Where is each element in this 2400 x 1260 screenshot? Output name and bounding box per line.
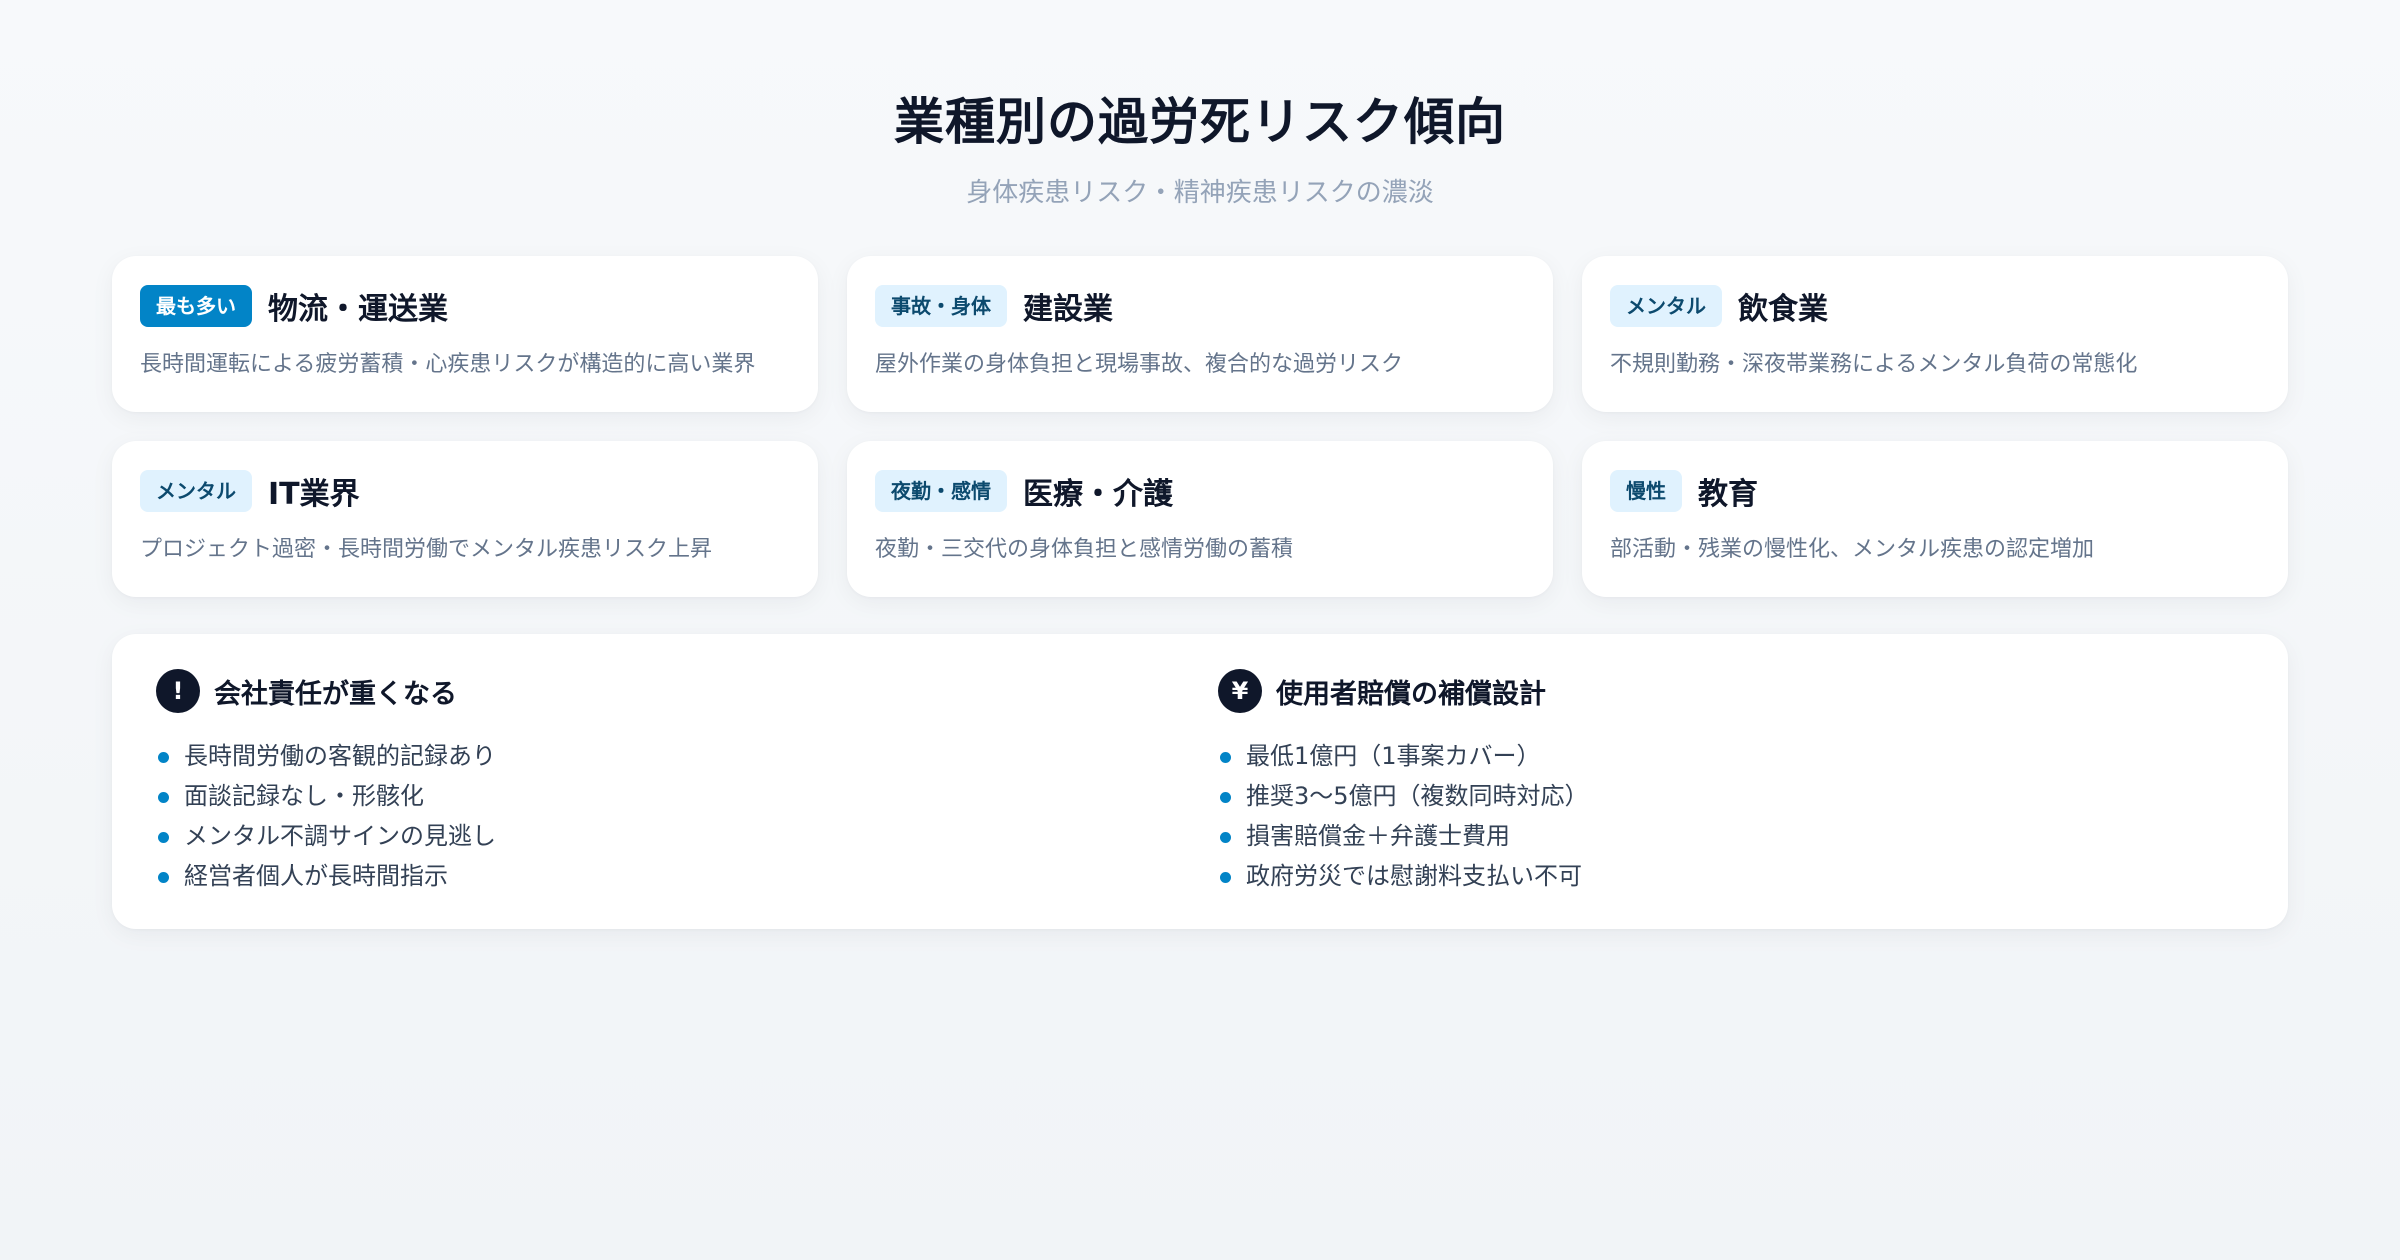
- yen-icon: ¥: [1218, 669, 1262, 713]
- risk-badge: 事故・身体: [875, 285, 1007, 327]
- exclamation-icon: !: [156, 669, 200, 713]
- industry-title: IT業界: [268, 477, 360, 512]
- industry-card-logistics: 最も多い 物流・運送業 長時間運転による疲労蓄積・心疾患リスクが構造的に高い業界: [112, 256, 818, 412]
- industry-title: 教育: [1698, 477, 1758, 512]
- page-title: 業種別の過労死リスク傾向: [894, 93, 1506, 151]
- list-item: 最低1億円（1事案カバー）: [1218, 736, 2218, 776]
- industry-card-grid: 最も多い 物流・運送業 長時間運転による疲労蓄積・心疾患リスクが構造的に高い業界…: [112, 256, 2288, 597]
- list-item: 経営者個人が長時間指示: [156, 856, 1218, 896]
- list-item: 政府労災では慰謝料支払い不可: [1218, 856, 2218, 896]
- list-item: メンタル不調サインの見逃し: [156, 816, 1218, 856]
- industry-title: 物流・運送業: [268, 292, 448, 327]
- employer-compensation-title: 使用者賠償の補償設計: [1276, 678, 1546, 710]
- industry-title: 飲食業: [1738, 292, 1828, 327]
- list-item: 面談記録なし・形骸化: [156, 776, 1218, 816]
- list-item: 損害賠償金＋弁護士費用: [1218, 816, 2218, 856]
- industry-description: 部活動・残業の慢性化、メンタル疾患の認定増加: [1610, 537, 2095, 562]
- industry-description: 長時間運転による疲労蓄積・心疾患リスクが構造的に高い業界: [140, 352, 756, 377]
- industry-description: 夜勤・三交代の身体負担と感情労働の蓄積: [875, 537, 1294, 562]
- industry-description: 不規則勤務・深夜帯業務によるメンタル負荷の常態化: [1610, 352, 2138, 377]
- summary-panel: ! 会社責任が重くなる 長時間労働の客観的記録あり 面談記録なし・形骸化 メンタ…: [112, 634, 2288, 929]
- risk-badge: メンタル: [140, 470, 252, 512]
- list-item: 長時間労働の客観的記録あり: [156, 736, 1218, 776]
- industry-card-food-service: メンタル 飲食業 不規則勤務・深夜帯業務によるメンタル負荷の常態化: [1582, 256, 2288, 412]
- industry-card-construction: 事故・身体 建設業 屋外作業の身体負担と現場事故、複合的な過労リスク: [847, 256, 1553, 412]
- industry-card-it: メンタル IT業界 プロジェクト過密・長時間労働でメンタル疾患リスク上昇: [112, 441, 818, 597]
- company-liability-column: ! 会社責任が重くなる 長時間労働の客観的記録あり 面談記録なし・形骸化 メンタ…: [156, 668, 1218, 929]
- page-subtitle: 身体疾患リスク・精神疾患リスクの濃淡: [966, 178, 1434, 208]
- risk-badge: メンタル: [1610, 285, 1722, 327]
- risk-badge: 夜勤・感情: [875, 470, 1007, 512]
- risk-badge: 慢性: [1610, 470, 1682, 512]
- company-liability-title: 会社責任が重くなる: [214, 678, 457, 710]
- industry-title: 医療・介護: [1023, 477, 1173, 512]
- employer-compensation-column: ¥ 使用者賠償の補償設計 最低1億円（1事案カバー） 推奨3〜5億円（複数同時対…: [1218, 668, 2218, 929]
- company-liability-list: 長時間労働の客観的記録あり 面談記録なし・形骸化 メンタル不調サインの見逃し 経…: [156, 736, 1218, 896]
- risk-badge: 最も多い: [140, 285, 252, 327]
- list-item: 推奨3〜5億円（複数同時対応）: [1218, 776, 2218, 816]
- industry-card-medical-care: 夜勤・感情 医療・介護 夜勤・三交代の身体負担と感情労働の蓄積: [847, 441, 1553, 597]
- industry-description: プロジェクト過密・長時間労働でメンタル疾患リスク上昇: [140, 537, 713, 562]
- industry-title: 建設業: [1023, 292, 1113, 327]
- employer-compensation-list: 最低1億円（1事案カバー） 推奨3〜5億円（複数同時対応） 損害賠償金＋弁護士費…: [1218, 736, 2218, 896]
- industry-card-education: 慢性 教育 部活動・残業の慢性化、メンタル疾患の認定増加: [1582, 441, 2288, 597]
- industry-description: 屋外作業の身体負担と現場事故、複合的な過労リスク: [875, 352, 1404, 377]
